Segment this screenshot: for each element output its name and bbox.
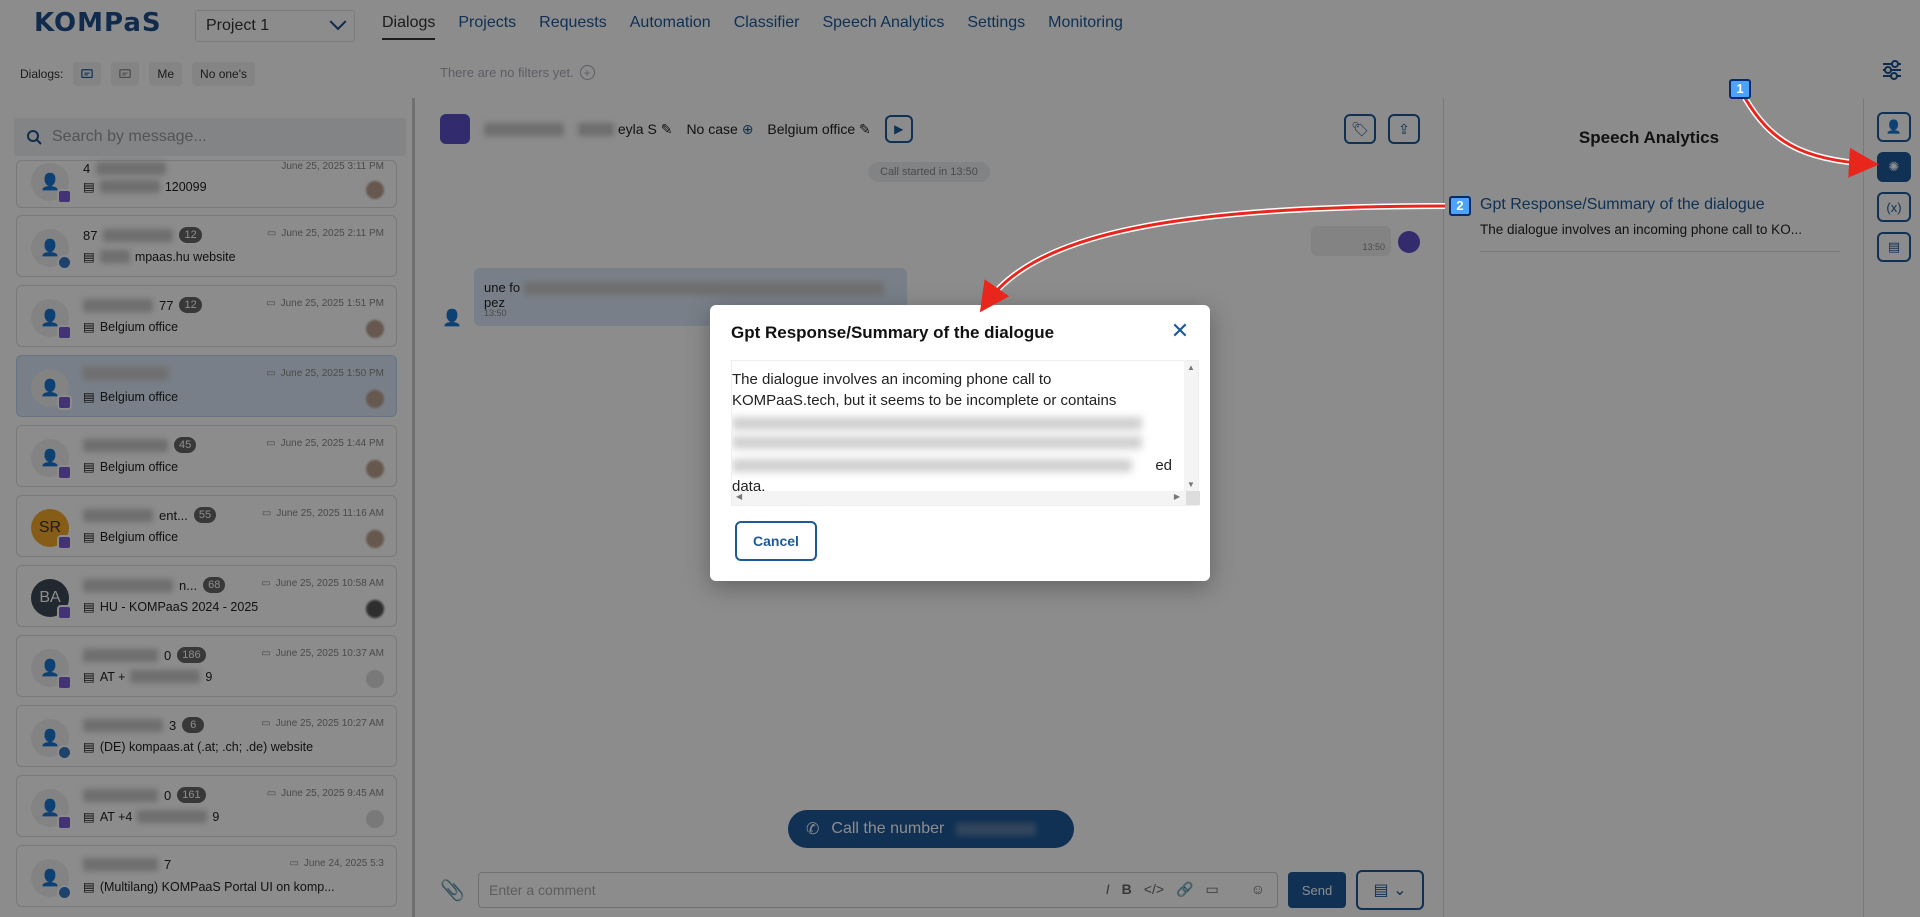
annotation-marker-1: 1	[1729, 79, 1751, 99]
scroll-left-icon[interactable]: ◀	[736, 492, 742, 501]
summary-tail: ed	[1155, 457, 1172, 474]
modal-textarea[interactable]: The dialogue involves an incoming phone …	[731, 360, 1200, 506]
summary-line: data.	[732, 478, 766, 491]
redacted-line	[732, 436, 1142, 449]
summary-text: The dialogue involves an incoming phone …	[732, 361, 1172, 491]
redacted-line	[732, 459, 1132, 472]
resize-handle[interactable]	[1186, 491, 1200, 505]
summary-modal: Gpt Response/Summary of the dialogue ✕ T…	[710, 305, 1210, 581]
horizontal-scrollbar[interactable]: ◀ ▶	[732, 491, 1200, 505]
annotation-marker-2: 2	[1449, 196, 1471, 216]
modal-title: Gpt Response/Summary of the dialogue	[731, 323, 1055, 342]
summary-line: KOMPaaS.tech, but it seems to be incompl…	[732, 392, 1117, 409]
redacted-line	[732, 417, 1142, 430]
vertical-scrollbar[interactable]: ▲ ▼	[1184, 361, 1198, 491]
scroll-right-icon[interactable]: ▶	[1174, 492, 1180, 501]
summary-line: The dialogue involves an incoming phone …	[732, 371, 1052, 388]
app-root: KOMPaS Project 1 Dialogs Projects Reques…	[0, 0, 1920, 917]
cancel-button[interactable]: Cancel	[735, 521, 817, 561]
summary-line: ed	[732, 455, 1172, 476]
close-icon[interactable]: ✕	[1168, 319, 1192, 343]
scroll-down-icon[interactable]: ▼	[1187, 480, 1195, 489]
scroll-up-icon[interactable]: ▲	[1187, 363, 1195, 372]
